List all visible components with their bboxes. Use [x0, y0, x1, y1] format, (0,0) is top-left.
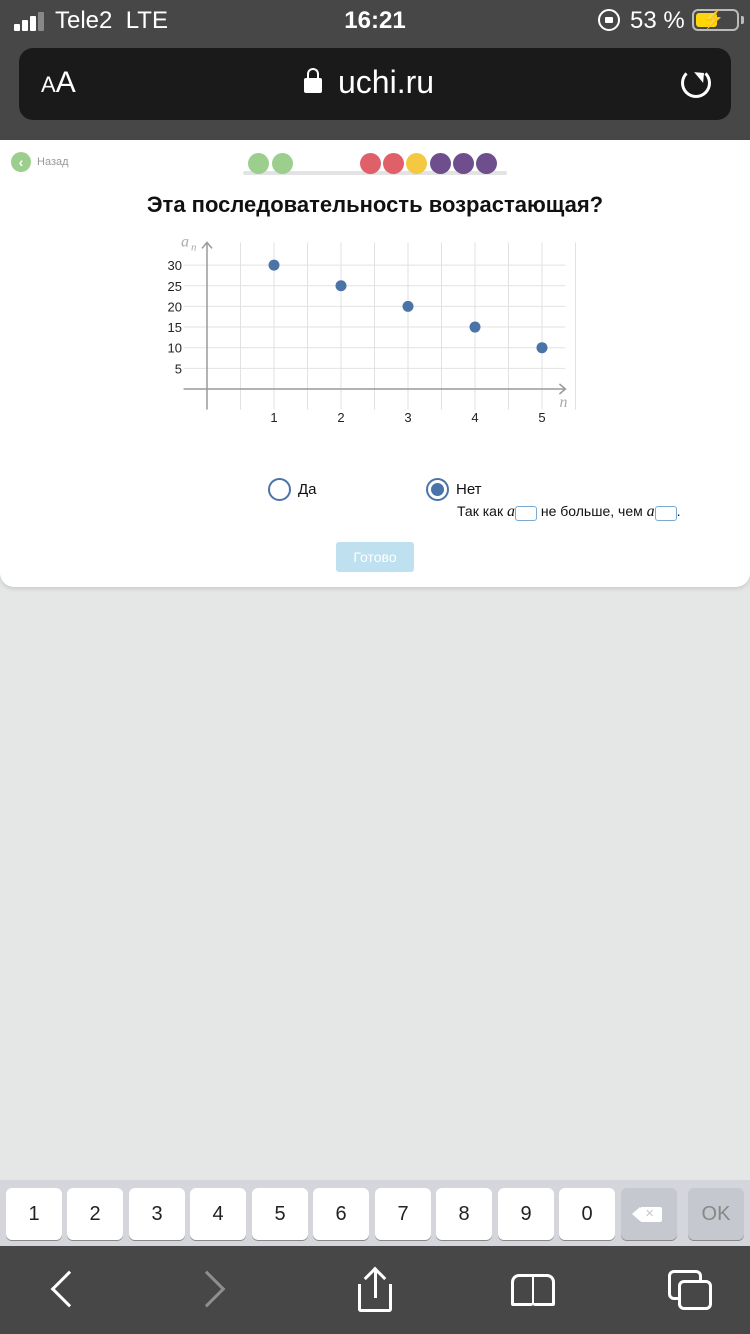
key-2[interactable]: 2 — [67, 1188, 123, 1240]
key-9[interactable]: 9 — [498, 1188, 554, 1240]
y-tick-label: 15 — [168, 320, 182, 335]
key-8[interactable]: 8 — [436, 1188, 492, 1240]
browser-header: AA uchi.ru — [0, 40, 750, 140]
sequence-chart: a nn510152025301 2 3 4 5 — [168, 233, 576, 425]
data-point — [536, 342, 548, 354]
y-axis-label-sub: n — [191, 241, 197, 253]
chevron-left-icon: ‹ — [11, 152, 31, 172]
answer-yes-radio[interactable] — [268, 478, 291, 501]
progress-dot — [406, 153, 427, 174]
progress-dot — [453, 153, 474, 174]
back-label: Назад — [37, 156, 69, 168]
status-bar: Tele2 LTE 16:21 53 % ⚡ — [0, 0, 750, 40]
data-point — [335, 280, 347, 292]
ok-key[interactable]: OK — [688, 1188, 744, 1240]
battery-cap — [741, 16, 744, 24]
reload-icon[interactable] — [681, 68, 711, 98]
y-tick-label: 30 — [168, 258, 182, 273]
data-point — [402, 300, 414, 312]
url-text[interactable]: uchi.ru — [338, 64, 434, 101]
back-icon[interactable] — [40, 1266, 88, 1314]
data-point — [469, 321, 481, 333]
key-1[interactable]: 1 — [6, 1188, 62, 1240]
progress-dot — [476, 153, 497, 174]
orientation-lock-icon — [598, 9, 620, 31]
x-tick-label: 4 — [471, 410, 478, 425]
y-axis-label: a — [181, 233, 189, 250]
y-tick-label: 10 — [168, 341, 182, 356]
progress-dot — [272, 153, 293, 174]
bookmarks-icon[interactable] — [509, 1266, 557, 1314]
forward-icon[interactable] — [188, 1266, 238, 1314]
battery-percent: 53 % — [630, 7, 685, 34]
address-bar[interactable]: AA uchi.ru — [19, 48, 731, 120]
x-tick-label: 2 — [337, 410, 344, 425]
key-0[interactable]: 0 — [559, 1188, 615, 1240]
submit-button[interactable]: Готово — [336, 542, 414, 572]
progress-dot — [360, 153, 381, 174]
x-tick-label: 5 — [538, 410, 545, 425]
key-3[interactable]: 3 — [129, 1188, 185, 1240]
data-point — [268, 259, 280, 271]
back-link[interactable]: ‹ Назад — [11, 152, 69, 172]
key-5[interactable]: 5 — [252, 1188, 308, 1240]
share-icon[interactable] — [351, 1266, 399, 1314]
answer-no-radio[interactable] — [426, 478, 449, 501]
task-card: ‹ Назад Эта последовательность возрастаю… — [0, 140, 750, 587]
browser-toolbar — [0, 1246, 750, 1334]
index-input-2[interactable] — [654, 506, 677, 521]
y-tick-label: 20 — [168, 299, 182, 314]
numeric-keyboard: 1 2 3 4 5 6 7 8 9 0 OK — [0, 1180, 750, 1246]
explanation-text: Так как a не больше, чем a. — [457, 503, 681, 521]
lock-icon — [304, 68, 322, 93]
x-tick-label: 1 — [270, 410, 277, 425]
text-size-button[interactable]: AA — [41, 66, 76, 100]
index-input-1[interactable] — [514, 506, 537, 521]
y-tick-label: 25 — [168, 279, 182, 294]
answer-yes-label: Да — [298, 481, 317, 498]
answer-no-label: Нет — [456, 481, 482, 498]
progress-dot — [430, 153, 451, 174]
key-6[interactable]: 6 — [313, 1188, 369, 1240]
backspace-key[interactable] — [621, 1188, 677, 1240]
x-axis-label: n — [559, 394, 567, 411]
battery-charging-icon: ⚡ — [692, 9, 739, 31]
progress-dots — [243, 152, 507, 178]
key-7[interactable]: 7 — [375, 1188, 431, 1240]
backspace-icon — [632, 1188, 662, 1240]
x-tick-label: 3 — [404, 410, 411, 425]
progress-dot — [248, 153, 269, 174]
question-title: Эта последовательность возрастающая? — [146, 192, 604, 217]
key-4[interactable]: 4 — [190, 1188, 246, 1240]
progress-dot — [383, 153, 404, 174]
y-tick-label: 5 — [175, 361, 182, 376]
tabs-icon[interactable] — [666, 1266, 714, 1314]
